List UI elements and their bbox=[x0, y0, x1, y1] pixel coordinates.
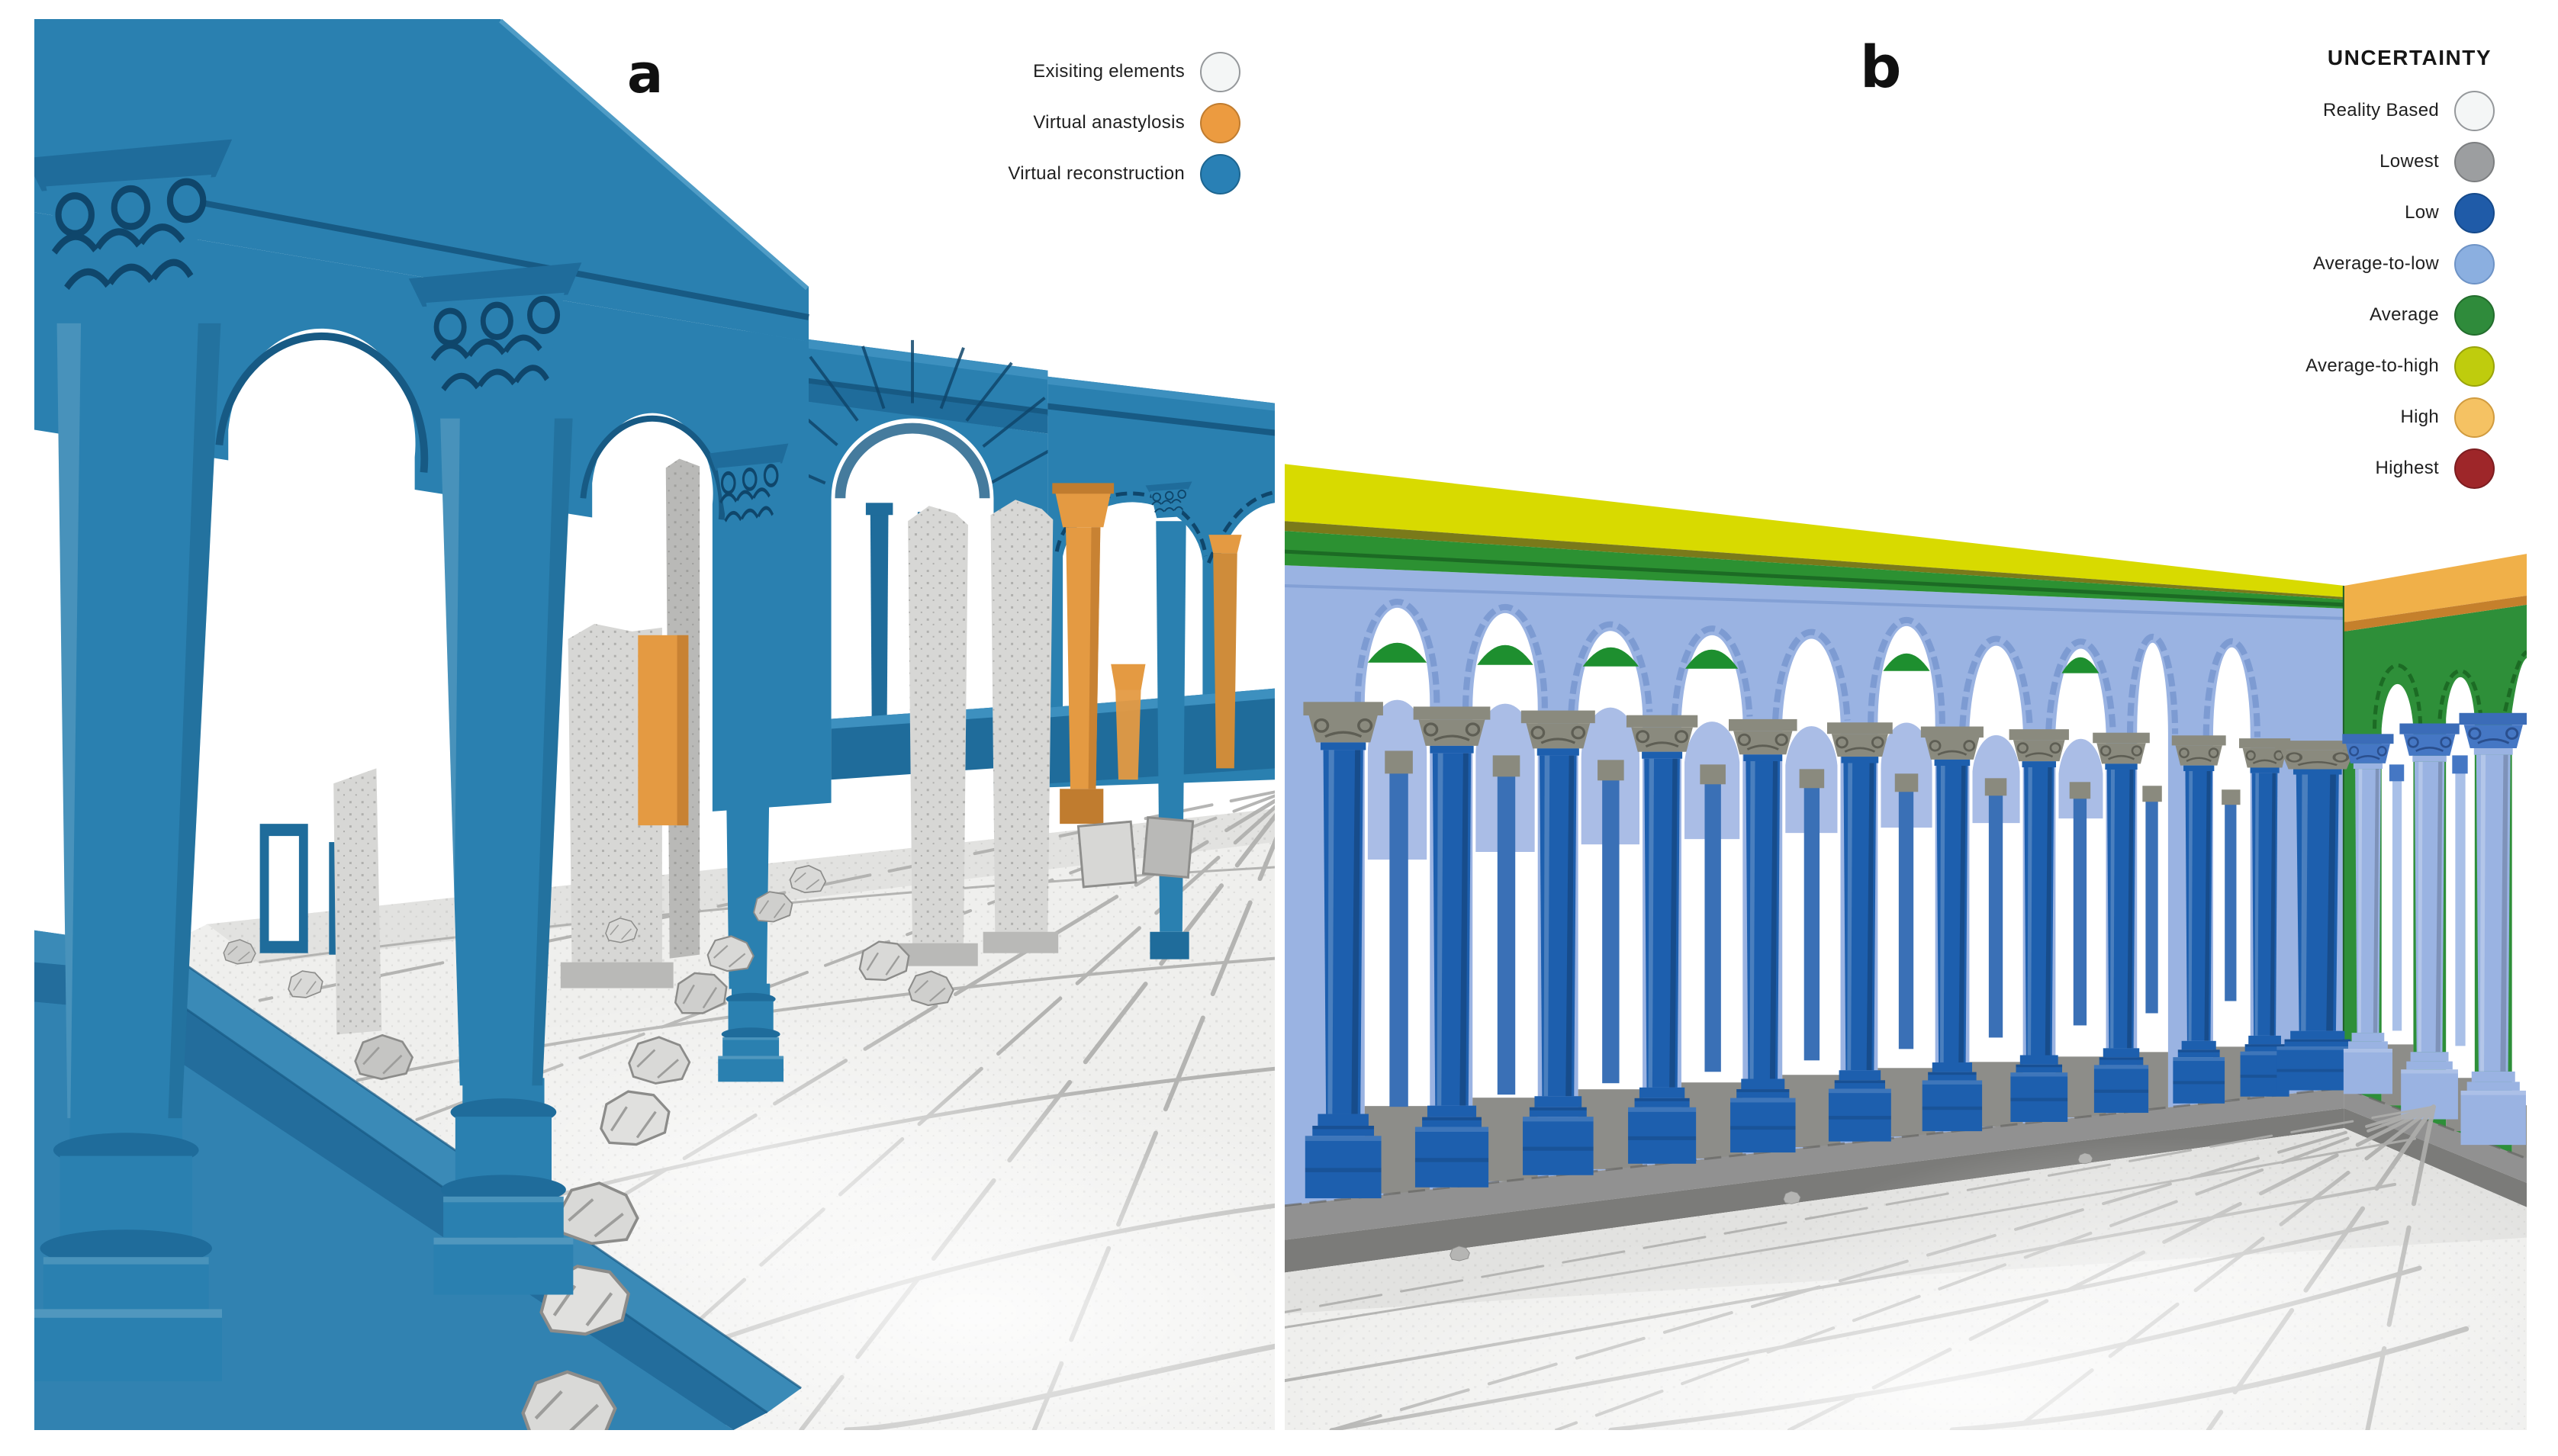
panel-a-label: a bbox=[627, 47, 663, 101]
legend-label: Virtual reconstruction bbox=[1008, 163, 1185, 185]
panel-b-legend: UNCERTAINTY Reality Based Lowest Low Ave… bbox=[2240, 46, 2495, 488]
legend-row: Exisiting elements bbox=[992, 52, 1240, 92]
legend-row: Highest bbox=[2240, 448, 2495, 488]
legend-label: Exisiting elements bbox=[1033, 61, 1185, 82]
legend-swatch-high bbox=[2454, 397, 2495, 438]
legend-row: Average bbox=[2240, 295, 2495, 335]
legend-swatch-average-to-high bbox=[2454, 346, 2495, 387]
right-wing-columns-b bbox=[2342, 713, 2527, 1145]
legend-swatch-highest bbox=[2454, 448, 2495, 489]
legend-row: High bbox=[2240, 397, 2495, 437]
anastylosis-pier bbox=[638, 635, 688, 825]
panel-b-label: b bbox=[1860, 38, 1901, 96]
legend-swatch-existing bbox=[1200, 52, 1240, 92]
legend-label: Low bbox=[2405, 202, 2439, 223]
legend-swatch-low bbox=[2454, 193, 2495, 233]
panel-a-legend: Exisiting elements Virtual anastylosis V… bbox=[992, 52, 1240, 194]
legend-label: High bbox=[2400, 407, 2439, 428]
legend-row: Virtual reconstruction bbox=[992, 154, 1240, 194]
legend-row: Lowest bbox=[2240, 142, 2495, 182]
figure: a b Exisiting elements Virtual anastylos… bbox=[0, 0, 2558, 1456]
legend-label: Lowest bbox=[2379, 151, 2439, 172]
panel-a-render bbox=[34, 19, 1275, 1430]
legend-swatch-average-to-low bbox=[2454, 244, 2495, 284]
legend-title: UNCERTAINTY bbox=[2240, 46, 2495, 70]
legend-swatch-reconstruction bbox=[1200, 154, 1240, 194]
legend-label: Highest bbox=[2376, 458, 2439, 479]
legend-swatch-lowest bbox=[2454, 142, 2495, 182]
legend-swatch-anastylosis bbox=[1200, 103, 1240, 143]
legend-label: Average-to-high bbox=[2305, 355, 2439, 377]
legend-row: Average-to-low bbox=[2240, 244, 2495, 284]
legend-row: Reality Based bbox=[2240, 91, 2495, 130]
legend-row: Virtual anastylosis bbox=[992, 103, 1240, 143]
legend-swatch-reality-based bbox=[2454, 91, 2495, 131]
legend-swatch-average bbox=[2454, 295, 2495, 336]
legend-row: Average-to-high bbox=[2240, 346, 2495, 386]
legend-label: Virtual anastylosis bbox=[1033, 112, 1185, 133]
legend-row: Low bbox=[2240, 193, 2495, 233]
legend-label: Average-to-low bbox=[2313, 253, 2439, 275]
legend-label: Average bbox=[2370, 304, 2439, 326]
legend-label: Reality Based bbox=[2323, 100, 2439, 121]
